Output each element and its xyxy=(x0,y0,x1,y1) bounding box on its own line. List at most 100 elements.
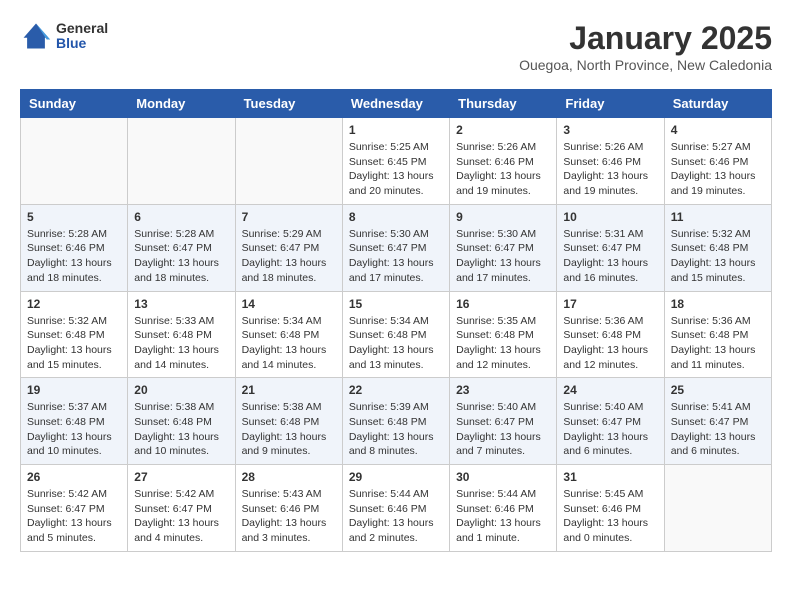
day-number: 3 xyxy=(563,123,657,137)
day-number: 23 xyxy=(456,383,550,397)
calendar-day-cell: 23 Sunrise: 5:40 AM Sunset: 6:47 PM Dayli… xyxy=(450,378,557,465)
calendar-day-cell: 28 Sunrise: 5:43 AM Sunset: 6:46 PM Dayli… xyxy=(235,465,342,552)
title-block: January 2025 Ouegoa, North Province, New… xyxy=(519,20,772,73)
day-number: 11 xyxy=(671,210,765,224)
day-number: 15 xyxy=(349,297,443,311)
day-info: Sunrise: 5:30 AM Sunset: 6:47 PM Dayligh… xyxy=(456,227,550,286)
day-number: 21 xyxy=(242,383,336,397)
day-info: Sunrise: 5:32 AM Sunset: 6:48 PM Dayligh… xyxy=(671,227,765,286)
day-info: Sunrise: 5:31 AM Sunset: 6:47 PM Dayligh… xyxy=(563,227,657,286)
day-number: 31 xyxy=(563,470,657,484)
day-number: 12 xyxy=(27,297,121,311)
day-info: Sunrise: 5:28 AM Sunset: 6:46 PM Dayligh… xyxy=(27,227,121,286)
day-info: Sunrise: 5:29 AM Sunset: 6:47 PM Dayligh… xyxy=(242,227,336,286)
day-info: Sunrise: 5:38 AM Sunset: 6:48 PM Dayligh… xyxy=(242,400,336,459)
weekday-header-wednesday: Wednesday xyxy=(342,90,449,118)
day-number: 8 xyxy=(349,210,443,224)
logo-icon xyxy=(20,20,52,52)
day-info: Sunrise: 5:28 AM Sunset: 6:47 PM Dayligh… xyxy=(134,227,228,286)
day-info: Sunrise: 5:41 AM Sunset: 6:47 PM Dayligh… xyxy=(671,400,765,459)
calendar-day-cell: 1 Sunrise: 5:25 AM Sunset: 6:45 PM Daylig… xyxy=(342,118,449,205)
calendar-day-cell: 10 Sunrise: 5:31 AM Sunset: 6:47 PM Dayli… xyxy=(557,204,664,291)
calendar-day-cell xyxy=(128,118,235,205)
logo-blue: Blue xyxy=(56,36,108,51)
day-number: 13 xyxy=(134,297,228,311)
calendar-day-cell: 18 Sunrise: 5:36 AM Sunset: 6:48 PM Dayli… xyxy=(664,291,771,378)
calendar-day-cell: 6 Sunrise: 5:28 AM Sunset: 6:47 PM Daylig… xyxy=(128,204,235,291)
day-number: 1 xyxy=(349,123,443,137)
logo-general: General xyxy=(56,21,108,36)
calendar-day-cell: 22 Sunrise: 5:39 AM Sunset: 6:48 PM Dayli… xyxy=(342,378,449,465)
month-title: January 2025 xyxy=(519,20,772,57)
day-info: Sunrise: 5:42 AM Sunset: 6:47 PM Dayligh… xyxy=(27,487,121,546)
weekday-header-saturday: Saturday xyxy=(664,90,771,118)
day-info: Sunrise: 5:26 AM Sunset: 6:46 PM Dayligh… xyxy=(456,140,550,199)
day-info: Sunrise: 5:43 AM Sunset: 6:46 PM Dayligh… xyxy=(242,487,336,546)
page-header: General Blue January 2025 Ouegoa, North … xyxy=(20,20,772,73)
day-info: Sunrise: 5:40 AM Sunset: 6:47 PM Dayligh… xyxy=(456,400,550,459)
day-number: 22 xyxy=(349,383,443,397)
day-info: Sunrise: 5:35 AM Sunset: 6:48 PM Dayligh… xyxy=(456,314,550,373)
calendar-day-cell: 17Sunrise: 5:36 AM Sunset: 6:48 PM Dayli… xyxy=(557,291,664,378)
day-number: 2 xyxy=(456,123,550,137)
calendar-day-cell: 30Sunrise: 5:44 AM Sunset: 6:46 PM Dayli… xyxy=(450,465,557,552)
day-number: 28 xyxy=(242,470,336,484)
calendar-week-row: 26 Sunrise: 5:42 AM Sunset: 6:47 PM Dayli… xyxy=(21,465,772,552)
calendar-day-cell: 2 Sunrise: 5:26 AM Sunset: 6:46 PM Daylig… xyxy=(450,118,557,205)
calendar-week-row: 12 Sunrise: 5:32 AM Sunset: 6:48 PM Dayli… xyxy=(21,291,772,378)
day-info: Sunrise: 5:38 AM Sunset: 6:48 PM Dayligh… xyxy=(134,400,228,459)
day-number: 26 xyxy=(27,470,121,484)
weekday-header-sunday: Sunday xyxy=(21,90,128,118)
day-number: 17 xyxy=(563,297,657,311)
weekday-header-thursday: Thursday xyxy=(450,90,557,118)
day-number: 6 xyxy=(134,210,228,224)
day-number: 18 xyxy=(671,297,765,311)
weekday-header-friday: Friday xyxy=(557,90,664,118)
calendar-day-cell xyxy=(21,118,128,205)
day-number: 25 xyxy=(671,383,765,397)
day-number: 10 xyxy=(563,210,657,224)
day-number: 16 xyxy=(456,297,550,311)
calendar-day-cell: 29Sunrise: 5:44 AM Sunset: 6:46 PM Dayli… xyxy=(342,465,449,552)
calendar-day-cell: 12 Sunrise: 5:32 AM Sunset: 6:48 PM Dayli… xyxy=(21,291,128,378)
calendar-week-row: 5Sunrise: 5:28 AM Sunset: 6:46 PM Daylig… xyxy=(21,204,772,291)
calendar-day-cell: 3 Sunrise: 5:26 AM Sunset: 6:46 PM Daylig… xyxy=(557,118,664,205)
day-number: 27 xyxy=(134,470,228,484)
day-info: Sunrise: 5:36 AM Sunset: 6:48 PM Dayligh… xyxy=(671,314,765,373)
day-info: Sunrise: 5:33 AM Sunset: 6:48 PM Dayligh… xyxy=(134,314,228,373)
day-info: Sunrise: 5:25 AM Sunset: 6:45 PM Dayligh… xyxy=(349,140,443,199)
calendar-day-cell: 31Sunrise: 5:45 AM Sunset: 6:46 PM Dayli… xyxy=(557,465,664,552)
day-number: 20 xyxy=(134,383,228,397)
calendar-day-cell: 11 Sunrise: 5:32 AM Sunset: 6:48 PM Dayli… xyxy=(664,204,771,291)
calendar-day-cell: 25 Sunrise: 5:41 AM Sunset: 6:47 PM Dayli… xyxy=(664,378,771,465)
day-info: Sunrise: 5:37 AM Sunset: 6:48 PM Dayligh… xyxy=(27,400,121,459)
calendar-day-cell: 21 Sunrise: 5:38 AM Sunset: 6:48 PM Dayli… xyxy=(235,378,342,465)
weekday-header-monday: Monday xyxy=(128,90,235,118)
day-info: Sunrise: 5:42 AM Sunset: 6:47 PM Dayligh… xyxy=(134,487,228,546)
calendar-day-cell: 5Sunrise: 5:28 AM Sunset: 6:46 PM Daylig… xyxy=(21,204,128,291)
day-number: 29 xyxy=(349,470,443,484)
day-info: Sunrise: 5:39 AM Sunset: 6:48 PM Dayligh… xyxy=(349,400,443,459)
day-number: 14 xyxy=(242,297,336,311)
calendar-day-cell: 27 Sunrise: 5:42 AM Sunset: 6:47 PM Dayli… xyxy=(128,465,235,552)
calendar-day-cell: 7 Sunrise: 5:29 AM Sunset: 6:47 PM Daylig… xyxy=(235,204,342,291)
calendar-day-cell: 8 Sunrise: 5:30 AM Sunset: 6:47 PM Daylig… xyxy=(342,204,449,291)
day-info: Sunrise: 5:26 AM Sunset: 6:46 PM Dayligh… xyxy=(563,140,657,199)
calendar-day-cell: 19 Sunrise: 5:37 AM Sunset: 6:48 PM Dayli… xyxy=(21,378,128,465)
day-info: Sunrise: 5:34 AM Sunset: 6:48 PM Dayligh… xyxy=(349,314,443,373)
logo: General Blue xyxy=(20,20,108,52)
day-info: Sunrise: 5:34 AM Sunset: 6:48 PM Dayligh… xyxy=(242,314,336,373)
weekday-header-tuesday: Tuesday xyxy=(235,90,342,118)
calendar-day-cell: 20 Sunrise: 5:38 AM Sunset: 6:48 PM Dayli… xyxy=(128,378,235,465)
day-info: Sunrise: 5:27 AM Sunset: 6:46 PM Dayligh… xyxy=(671,140,765,199)
calendar-table: SundayMondayTuesdayWednesdayThursdayFrid… xyxy=(20,89,772,552)
day-number: 7 xyxy=(242,210,336,224)
calendar-day-cell xyxy=(235,118,342,205)
day-number: 19 xyxy=(27,383,121,397)
calendar-week-row: 1 Sunrise: 5:25 AM Sunset: 6:45 PM Daylig… xyxy=(21,118,772,205)
calendar-day-cell: 24Sunrise: 5:40 AM Sunset: 6:47 PM Dayli… xyxy=(557,378,664,465)
day-info: Sunrise: 5:32 AM Sunset: 6:48 PM Dayligh… xyxy=(27,314,121,373)
day-number: 4 xyxy=(671,123,765,137)
day-info: Sunrise: 5:30 AM Sunset: 6:47 PM Dayligh… xyxy=(349,227,443,286)
calendar-day-cell: 16 Sunrise: 5:35 AM Sunset: 6:48 PM Dayli… xyxy=(450,291,557,378)
